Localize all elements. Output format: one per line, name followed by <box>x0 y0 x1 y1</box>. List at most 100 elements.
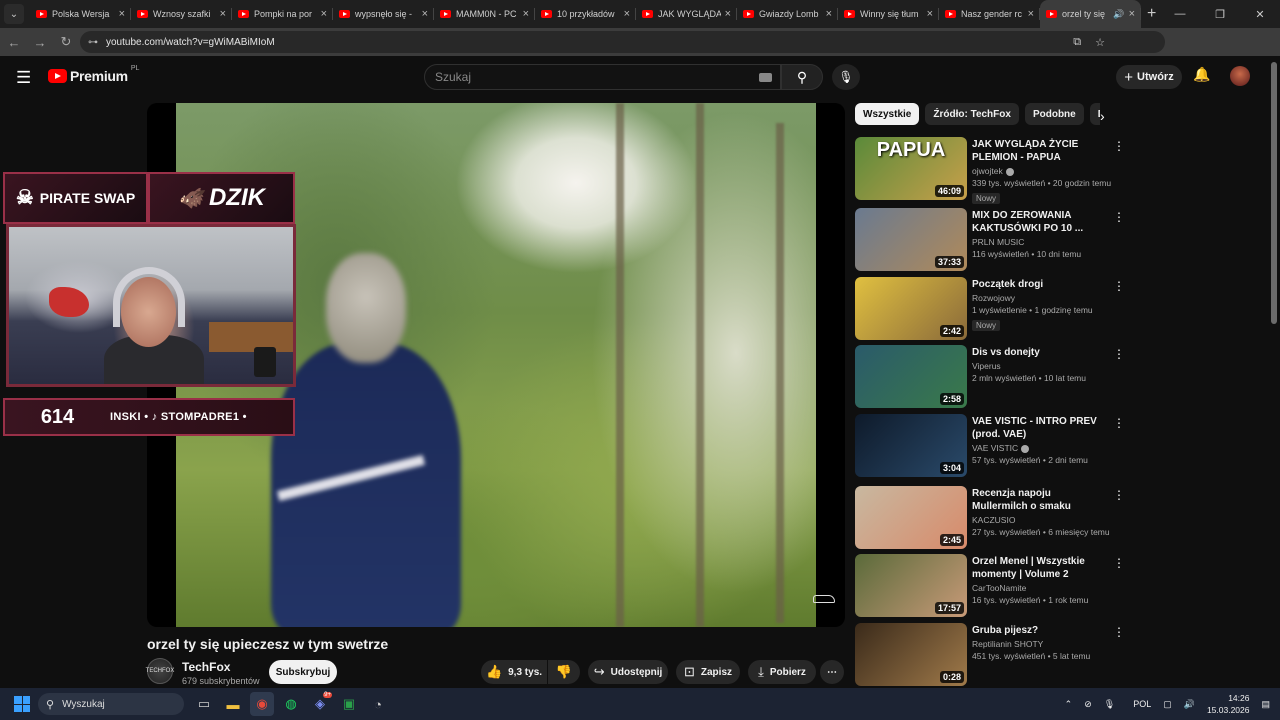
windows-start-icon[interactable] <box>14 696 30 712</box>
browser-tab[interactable]: wypsnęło się - × <box>333 0 434 28</box>
recommendation-title[interactable]: VAE VISTIC - INTRO PREV (prod. VAE) <box>972 415 1107 441</box>
recommendation-title[interactable]: Orzel Menel | Wszystkie momenty | Volume… <box>972 555 1107 581</box>
browser-tab[interactable]: 10 przykładów × <box>535 0 636 28</box>
menu-icon[interactable]: ☰ <box>16 68 31 88</box>
filter-chip[interactable]: Podobne <box>1024 103 1084 125</box>
video-thumbnail[interactable]: 3:04 <box>855 414 967 477</box>
create-button[interactable]: + Utwórz <box>1116 65 1182 89</box>
close-tab-icon[interactable]: × <box>826 8 832 20</box>
recommendation-channel[interactable]: ojwojtek <box>972 166 1107 176</box>
tray-expand-icon[interactable]: ⌃ <box>1065 699 1073 710</box>
video-thumbnail[interactable]: 2:45 <box>855 486 967 549</box>
browser-tab[interactable]: Pompki na por × <box>232 0 333 28</box>
notifications-bell-icon[interactable]: 🔔 <box>1193 66 1210 83</box>
chrome-icon[interactable]: ◉ <box>250 692 274 716</box>
recommendation-title[interactable]: Gruba pijesz? <box>972 624 1107 637</box>
video-thumbnail[interactable]: PAPUA 46:09 <box>855 137 967 200</box>
close-tab-icon[interactable]: × <box>1129 8 1135 20</box>
recommendation-item[interactable]: 3:04 VAE VISTIC - INTRO PREV (prod. VAE) V… <box>855 414 1125 478</box>
browser-tab[interactable]: Gwiazdy Lomb × <box>737 0 838 28</box>
close-tab-icon[interactable]: × <box>220 8 226 20</box>
more-options-icon[interactable]: ⋮ <box>1113 556 1125 570</box>
close-tab-icon[interactable]: × <box>321 8 327 20</box>
youtube-logo[interactable]: Premium PL <box>48 65 139 84</box>
video-thumbnail[interactable]: 17:57 <box>855 554 967 617</box>
minimize-icon[interactable]: — <box>1160 8 1200 20</box>
display-icon[interactable]: ▢ <box>1163 699 1172 710</box>
share-button[interactable]: ↪ Udostępnij <box>588 660 668 684</box>
recommendation-title[interactable]: JAK WYGLĄDA ŻYCIE PLEMION - PAPUA <box>972 138 1107 164</box>
site-info-icon[interactable]: ⊶ <box>88 37 98 48</box>
filter-chip[interactable]: Wszystkie <box>855 103 920 125</box>
recommendation-channel[interactable]: PRLN MUSIC <box>972 237 1107 247</box>
more-actions-button[interactable]: ⋯ <box>820 660 844 684</box>
search-input[interactable]: Szukaj <box>424 64 781 90</box>
recommendation-title[interactable]: Recenzja napoju Mullermilch o smaku anie… <box>972 487 1107 513</box>
close-tab-icon[interactable]: × <box>1028 8 1034 20</box>
spotify-icon[interactable]: ◍ <box>279 692 303 716</box>
recommendation-item[interactable]: 37:33 MIX DO ZEROWANIA KAKTUSÓWKI PO 10 .… <box>855 208 1125 272</box>
maximize-icon[interactable]: ❐ <box>1200 8 1240 21</box>
save-button[interactable]: ⊡ Zapisz <box>676 660 740 684</box>
recommendation-channel[interactable]: VAE VISTIC <box>972 443 1107 453</box>
back-icon[interactable]: ← <box>2 35 26 50</box>
channel-avatar[interactable]: TECHFOX <box>146 658 174 684</box>
volume-icon[interactable]: 🔊 <box>1184 699 1195 710</box>
recommendation-channel[interactable]: Viperus <box>972 361 1107 371</box>
voice-search-button[interactable]: 🎙 <box>832 64 860 90</box>
recommendation-item[interactable]: 0:28 Gruba pijesz? Reptilianin SHOTY 451 ty… <box>855 623 1125 687</box>
subscribe-button[interactable]: Subskrybuj <box>269 660 337 684</box>
browser-tab[interactable]: Wznosy szafki × <box>131 0 232 28</box>
tab-search-button[interactable]: ⌄ <box>4 4 24 24</box>
video-thumbnail[interactable]: 0:28 <box>855 623 967 686</box>
video-thumbnail[interactable]: 2:58 <box>855 345 967 408</box>
more-options-icon[interactable]: ⋮ <box>1113 416 1125 430</box>
clock[interactable]: 14:26 15.03.2026 <box>1207 692 1250 716</box>
keyboard-icon[interactable] <box>759 73 772 82</box>
browser-tab[interactable]: Nasz gender rc × <box>939 0 1040 28</box>
browser-tab[interactable]: Winny się tłum × <box>838 0 939 28</box>
task-view-icon[interactable]: ▭ <box>192 692 216 716</box>
more-options-icon[interactable]: ⋮ <box>1113 347 1125 361</box>
recommendation-item[interactable]: PAPUA 46:09 JAK WYGLĄDA ŻYCIE PLEMION - PA… <box>855 137 1125 204</box>
new-tab-button[interactable]: + <box>1147 5 1156 23</box>
forward-icon[interactable]: → <box>28 35 52 50</box>
excel-icon[interactable]: ▣ <box>337 692 361 716</box>
search-button[interactable]: ⚲ <box>781 64 823 90</box>
notifications-icon[interactable]: ▤ <box>1261 699 1270 710</box>
more-options-icon[interactable]: ⋮ <box>1113 210 1125 224</box>
browser-tab[interactable]: Polska Wersja × <box>30 0 131 28</box>
browser-tab[interactable]: MAMM0N - PC × <box>434 0 535 28</box>
recommendation-item[interactable]: 2:45 Recenzja napoju Mullermilch o smaku … <box>855 486 1125 550</box>
like-button[interactable]: 👍 9,3 tys. <box>481 660 547 684</box>
reload-icon[interactable]: ↻ <box>54 34 78 50</box>
browser-tab[interactable]: JAK WYGLĄDA × <box>636 0 737 28</box>
more-options-icon[interactable]: ⋮ <box>1113 279 1125 293</box>
close-window-icon[interactable]: ✕ <box>1240 8 1280 21</box>
page-scrollbar[interactable] <box>1271 62 1277 324</box>
recommendation-title[interactable]: Początek drogi <box>972 278 1107 291</box>
bookmark-star-icon[interactable]: ☆ <box>1095 36 1105 49</box>
recommendation-item[interactable]: 2:58 Dis vs donejty Viperus 2 mln wyświetle… <box>855 345 1125 409</box>
recommendation-channel[interactable]: Reptilianin SHOTY <box>972 639 1107 649</box>
more-options-icon[interactable]: ⋮ <box>1113 488 1125 502</box>
cast-icon[interactable]: ⧉ <box>1073 36 1081 49</box>
recommendation-title[interactable]: Dis vs donejty <box>972 346 1107 359</box>
filter-chip[interactable]: Źródło: TechFox <box>925 103 1019 125</box>
taskbar-search[interactable]: ⚲ Wyszukaj <box>38 693 184 715</box>
url-field[interactable]: ⊶ youtube.com/watch?v=gWiMABiMIoM ⧉ ☆ <box>80 31 1165 53</box>
mic-tray-icon[interactable]: 🎙 <box>1104 699 1115 710</box>
close-tab-icon[interactable]: × <box>725 8 731 20</box>
video-thumbnail[interactable]: 37:33 <box>855 208 967 271</box>
close-tab-icon[interactable]: × <box>119 8 125 20</box>
recommendation-channel[interactable]: Rozwojowy <box>972 293 1107 303</box>
account-avatar[interactable] <box>1230 66 1250 86</box>
language-indicator[interactable]: POL <box>1133 699 1151 709</box>
dislike-button[interactable]: 👎 <box>548 660 580 684</box>
video-thumbnail[interactable]: 2:42 <box>855 277 967 340</box>
recommendation-channel[interactable]: KACZUSIO <box>972 515 1107 525</box>
recommendation-channel[interactable]: CarTooNamite <box>972 583 1107 593</box>
audio-icon[interactable]: 🔊 <box>1113 9 1124 20</box>
chevron-right-icon[interactable]: › <box>1100 108 1105 124</box>
app-icon[interactable]: ◔ <box>366 692 390 716</box>
